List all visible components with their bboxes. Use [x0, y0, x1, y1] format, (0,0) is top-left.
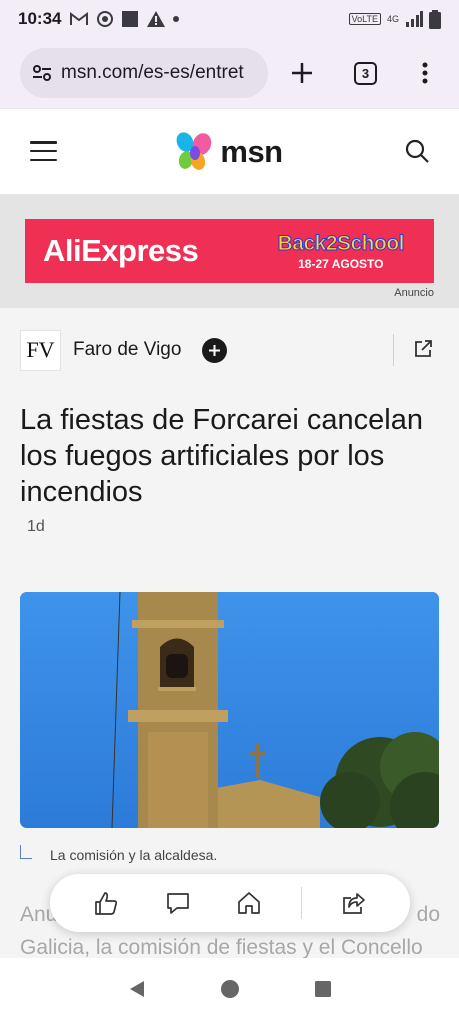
back-icon: [129, 980, 144, 997]
body-line1-end: do: [416, 903, 440, 926]
clock: 10:34: [18, 9, 62, 28]
msn-logo-icon: [176, 131, 212, 170]
ad-area: AliExpress Back2School 18-27 AGOSTO Anun…: [0, 194, 459, 308]
ad-label: Anuncio: [394, 287, 434, 299]
system-icons: VoLTE 4G: [348, 9, 441, 29]
back-button[interactable]: [127, 979, 147, 1004]
source-logo[interactable]: FV: [20, 329, 61, 371]
ad-promo-block: Back2School 18-27 AGOSTO: [277, 231, 405, 271]
dot-icon: [173, 16, 180, 22]
focus-icon: [97, 11, 114, 27]
like-icon: [95, 892, 117, 915]
comment-button[interactable]: [158, 883, 198, 923]
warning-icon: [147, 11, 166, 27]
more-menu-button[interactable]: [403, 51, 447, 95]
tab-switcher-icon: 3: [354, 61, 378, 85]
action-bar-divider: [301, 887, 303, 919]
ad-banner[interactable]: AliExpress Back2School 18-27 AGOSTO: [25, 219, 434, 283]
search-icon: [405, 139, 429, 163]
search-button[interactable]: [405, 139, 429, 168]
share-button[interactable]: [334, 883, 374, 923]
msn-header: msn: [0, 108, 459, 194]
share-icon: [343, 893, 365, 914]
article-title: La fiestas de Forcarei cancelan los fueg…: [20, 404, 423, 508]
msn-logo-text: msn: [220, 133, 283, 169]
comment-icon: [166, 893, 189, 914]
home-icon: [238, 892, 261, 914]
new-tab-button[interactable]: [280, 51, 324, 95]
gmail-icon: [70, 12, 89, 25]
open-external-icon: [415, 340, 432, 357]
network-type-label: 4G: [386, 14, 399, 24]
source-name[interactable]: Faro de Vigo: [73, 339, 181, 361]
caption-marker-icon: [20, 845, 32, 859]
url-text: msn.com/es-es/entret: [61, 62, 244, 83]
status-bar: 10:34 VoLTE 4G: [0, 0, 459, 38]
article-action-bar: [50, 874, 410, 932]
home-button[interactable]: [229, 883, 269, 923]
battery-icon: [429, 9, 441, 29]
open-external-button[interactable]: [413, 339, 433, 364]
volte-label: VoLTE: [348, 13, 381, 25]
recents-button[interactable]: [313, 979, 333, 1004]
ad-brand: AliExpress: [43, 233, 199, 268]
address-bar[interactable]: msn.com/es-es/entret: [20, 48, 269, 98]
menu-icon[interactable]: [30, 141, 57, 161]
new-tab-icon: [291, 63, 312, 83]
ad-promo: Back2School: [277, 231, 405, 255]
msn-logo[interactable]: msn: [176, 131, 283, 172]
divider: [393, 334, 394, 366]
follow-button[interactable]: [202, 337, 228, 363]
source-row: FV Faro de Vigo: [20, 328, 439, 372]
caption-row: La comisión y la alcaldesa.: [20, 845, 217, 863]
plus-icon: [209, 344, 221, 356]
recents-icon: [314, 980, 331, 997]
more-menu-icon: [422, 62, 428, 84]
image-caption: La comisión y la alcaldesa.: [50, 847, 218, 863]
square-notification-icon: [122, 11, 139, 27]
hero-image[interactable]: [20, 592, 439, 828]
browser-toolbar: msn.com/es-es/entret 3: [0, 38, 459, 108]
time-ago: 1d: [27, 518, 45, 535]
home-nav-button[interactable]: [220, 979, 240, 1004]
tab-switcher-button[interactable]: 3: [344, 51, 388, 95]
signal-icon: [406, 11, 423, 27]
notification-icons: [69, 10, 180, 28]
like-button[interactable]: [86, 883, 126, 923]
ad-dates: 18-27 AGOSTO: [298, 256, 384, 271]
site-settings-icon[interactable]: [32, 64, 52, 82]
system-nav-bar: [0, 958, 459, 1024]
church-tower-image: [20, 592, 439, 828]
home-circle-icon: [220, 979, 239, 998]
